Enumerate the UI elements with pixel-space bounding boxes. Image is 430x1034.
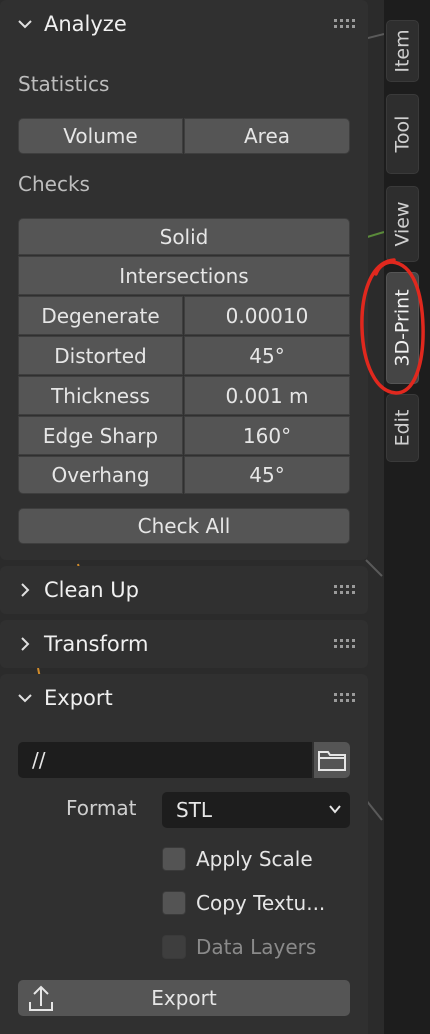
analyze-title: Analyze (44, 12, 127, 36)
overhang-button[interactable]: Overhang (18, 456, 183, 494)
export-title: Export (44, 686, 113, 710)
degenerate-button[interactable]: Degenerate (18, 296, 183, 335)
copy-textures-label: Copy Textu... (196, 891, 326, 915)
tab-3d-print[interactable]: 3D-Print (386, 272, 419, 384)
tab-tool[interactable]: Tool (386, 94, 419, 174)
apply-scale-checkbox[interactable] (162, 847, 186, 871)
transform-title: Transform (44, 632, 149, 656)
copy-textures-checkbox-row[interactable]: Copy Textu... (162, 888, 325, 918)
analyze-panel-header[interactable]: Analyze (0, 0, 368, 50)
check-all-button[interactable]: Check All (18, 508, 350, 544)
export-button[interactable]: Export (18, 980, 350, 1016)
export-upload-icon (29, 985, 53, 1011)
thickness-button[interactable]: Thickness (18, 376, 183, 415)
distorted-button[interactable]: Distorted (18, 336, 183, 375)
data-layers-checkbox (162, 935, 186, 959)
drag-grip-icon[interactable] (334, 693, 356, 703)
chevron-down-icon (18, 20, 32, 29)
copy-textures-checkbox[interactable] (162, 891, 186, 915)
dropdown-arrow-icon (329, 805, 341, 814)
drag-grip-icon[interactable] (334, 585, 356, 595)
distorted-value-field[interactable]: 45° (184, 336, 350, 375)
tab-view[interactable]: View (386, 186, 419, 262)
export-panel-header[interactable]: Export (0, 674, 368, 724)
degenerate-value-field[interactable]: 0.00010 (184, 296, 350, 335)
drag-grip-icon[interactable] (334, 639, 356, 649)
apply-scale-checkbox-row[interactable]: Apply Scale (162, 844, 313, 874)
transform-panel[interactable]: Transform (0, 620, 368, 668)
cleanup-panel[interactable]: Clean Up (0, 566, 368, 614)
tab-edit[interactable]: Edit (386, 394, 419, 462)
area-button[interactable]: Area (184, 118, 350, 154)
tab-view-label: View (391, 201, 414, 247)
format-select[interactable]: STL (162, 792, 350, 828)
chevron-right-icon (21, 637, 30, 651)
apply-scale-label: Apply Scale (196, 847, 313, 871)
tab-tool-label: Tool (391, 115, 414, 153)
chevron-down-icon (18, 694, 32, 703)
folder-icon (318, 751, 346, 771)
export-button-label: Export (151, 986, 217, 1010)
data-layers-checkbox-row: Data Layers (162, 932, 316, 962)
browse-folder-button[interactable] (314, 742, 350, 778)
intersections-button[interactable]: Intersections (18, 256, 350, 295)
statistics-label: Statistics (18, 72, 110, 96)
format-label: Format (66, 796, 137, 820)
tab-item[interactable]: Item (386, 20, 419, 82)
checks-label: Checks (18, 172, 90, 196)
tab-edit-label: Edit (391, 409, 414, 447)
volume-button[interactable]: Volume (18, 118, 183, 154)
tab-3d-print-label: 3D-Print (391, 289, 414, 367)
drag-grip-icon[interactable] (334, 19, 356, 29)
overhang-value-field[interactable]: 45° (184, 456, 350, 494)
data-layers-label: Data Layers (196, 935, 317, 959)
tab-item-label: Item (391, 29, 414, 73)
edge-sharp-button[interactable]: Edge Sharp (18, 416, 183, 455)
format-select-value: STL (176, 798, 213, 822)
analyze-panel: Analyze Statistics Volume Area Checks So… (0, 0, 368, 560)
export-path-input[interactable]: // (18, 742, 312, 778)
chevron-right-icon (21, 583, 30, 597)
cleanup-title: Clean Up (44, 578, 139, 602)
edge-sharp-value-field[interactable]: 160° (184, 416, 350, 455)
thickness-value-field[interactable]: 0.001 m (184, 376, 350, 415)
solid-button[interactable]: Solid (18, 218, 350, 255)
